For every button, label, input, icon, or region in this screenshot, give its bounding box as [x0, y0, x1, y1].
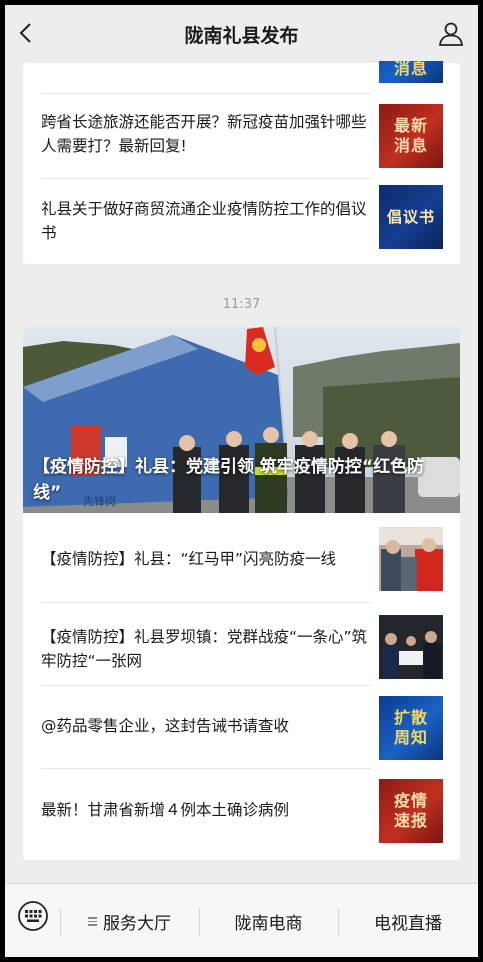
article-item[interactable]: 【疫情防控】礼县：“红马甲”闪亮防疫一线	[23, 515, 460, 603]
article-thumbnail: 疫情 速报	[379, 779, 443, 843]
article-title: @药品零售企业，这封告诫书请查收	[41, 717, 290, 735]
article-item[interactable]: 跨省长途旅游还能否开展？新冠疫苗加强针哪些人需要打？最新回复! 最新 消息	[23, 94, 460, 179]
profile-icon	[438, 22, 464, 46]
article-title: 【疫情防控】礼县罗坝镇：党群战疫“一条心”筑牢防控“一张网	[41, 628, 368, 670]
page-title: 陇南礼县发布	[184, 25, 299, 47]
keyboard-toggle-button[interactable]	[17, 900, 49, 932]
article-title: 礼县关于做好商贸流通企业疫情防控工作的倡议书	[41, 200, 367, 242]
bottom-menu-bar: 服务大厅 陇南电商 电视直播	[5, 883, 478, 957]
profile-button[interactable]	[438, 21, 464, 47]
hero-article[interactable]: 先锋岗 【疫情防控】礼县：党建引领 筑牢疫情防控“红色防线”	[23, 327, 460, 513]
menu-label: 陇南电商	[234, 913, 303, 934]
article-thumbnail: 最新 消息	[379, 104, 443, 168]
article-item[interactable]: 【疫情防控】礼县罗坝镇：党群战疫“一条心”筑牢防控“一张网	[23, 603, 460, 686]
wechat-official-account-screen: 陇南礼县发布 消息 跨省长途旅游还能否开展？新冠疫苗加强针哪些人需要打？最新回复…	[5, 5, 478, 957]
article-title: 最新！甘肃省新增４例本土确诊病例	[41, 801, 290, 819]
menu-tv-live[interactable]: 电视直播	[338, 884, 478, 957]
hero-caption: 【疫情防控】礼县：党建引领 筑牢疫情防控“红色防线”	[33, 457, 425, 503]
article-title: 【疫情防控】礼县：“红马甲”闪亮防疫一线	[41, 550, 337, 568]
article-item[interactable]: 消息	[23, 19, 460, 94]
article-item[interactable]: 最新！甘肃省新增４例本土确诊病例 疫情 速报	[23, 769, 460, 859]
message-timestamp: 11:37	[222, 297, 261, 312]
article-title: 跨省长途旅游还能否开展？新冠疫苗加强针哪些人需要打？最新回复!	[41, 113, 367, 155]
article-thumbnail	[379, 527, 443, 591]
keyboard-icon	[18, 901, 48, 931]
article-card-earlier: 消息 跨省长途旅游还能否开展？新冠疫苗加强针哪些人需要打？最新回复! 最新 消息 …	[23, 19, 460, 264]
menu-service-hall[interactable]: 服务大厅	[60, 884, 199, 957]
article-thumbnail: 倡议书	[379, 185, 443, 249]
article-item[interactable]: 礼县关于做好商贸流通企业疫情防控工作的倡议书 倡议书	[23, 179, 460, 264]
menu-lines-icon	[88, 916, 97, 926]
article-thumbnail	[379, 615, 443, 679]
article-thumbnail: 扩散 周知	[379, 696, 443, 760]
article-card-latest: 先锋岗 【疫情防控】礼县：党建引领 筑牢疫情防控“红色防线” 【疫情防控】礼县：…	[23, 327, 460, 860]
article-item[interactable]: @药品零售企业，这封告诫书请查收 扩散 周知	[23, 686, 460, 769]
menu-label: 服务大厅	[103, 913, 171, 934]
header-bar: 陇南礼县发布	[5, 5, 478, 61]
menu-label: 电视直播	[374, 913, 442, 934]
menu-ecommerce[interactable]: 陇南电商	[199, 884, 338, 957]
